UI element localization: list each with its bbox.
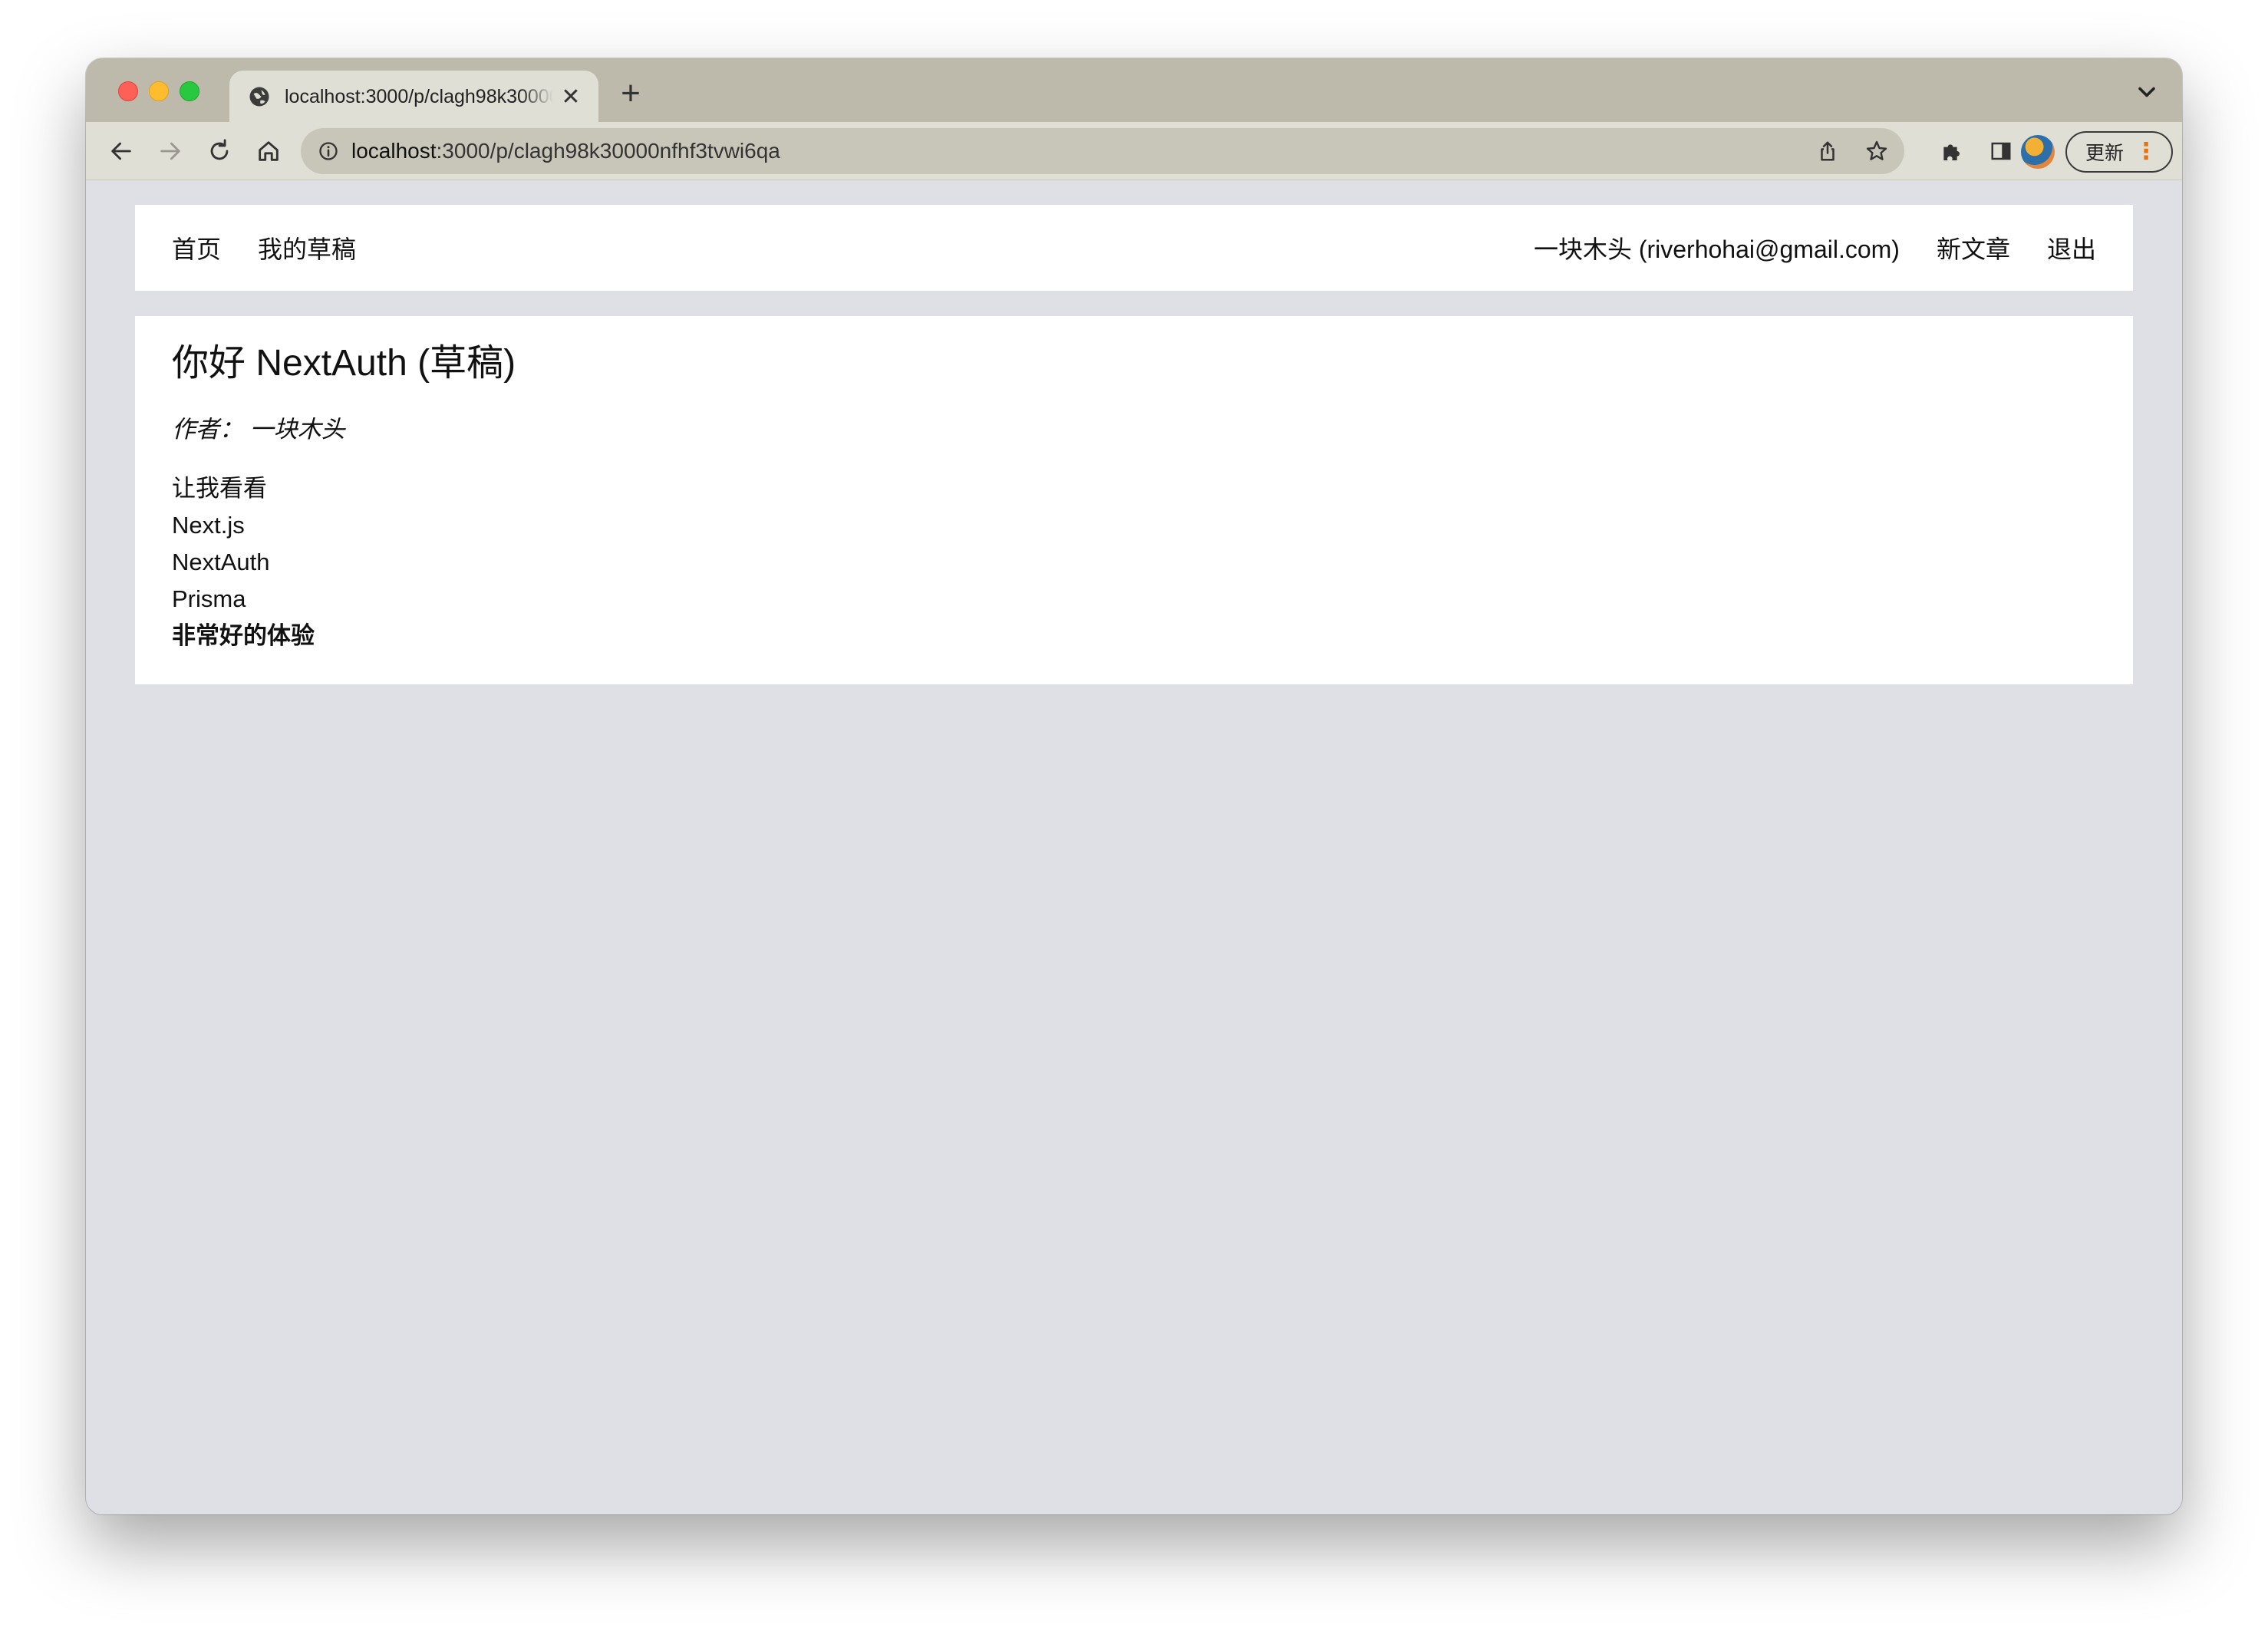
browser-window: localhost:3000/p/clagh98k30000nfhf3tvwi6… <box>86 58 2182 1514</box>
post-title: 你好 NextAuth (草稿) <box>172 343 516 384</box>
forward-button[interactable] <box>155 136 186 166</box>
url-host: localhost <box>351 139 437 163</box>
kebab-menu-icon: ⋮ <box>2134 139 2158 164</box>
home-icon <box>259 141 279 161</box>
update-label: 更新 <box>2085 143 2125 164</box>
tab-strip: localhost:3000/p/clagh98k30000nfhf3tvwi6… <box>86 58 2182 123</box>
user-info: 一块木头 (riverhohai@gmail.com) <box>1533 236 1900 263</box>
star-icon <box>1866 140 1887 160</box>
maximize-window-button[interactable] <box>180 81 199 101</box>
nav-link-drafts[interactable]: 我的草稿 <box>258 230 356 265</box>
bookmark-button[interactable] <box>1861 136 1892 166</box>
post-line: NextAuth <box>172 549 270 575</box>
post-line: Prisma <box>172 585 246 612</box>
side-panel-icon <box>1991 142 2011 160</box>
globe-icon <box>249 87 269 107</box>
tab-title: localhost:3000/p/clagh98k30000nfhf3tvwi6… <box>285 85 553 107</box>
reload-button[interactable] <box>204 136 235 166</box>
nav-link-logout[interactable]: 退出 <box>2047 230 2096 265</box>
browser-tab-active[interactable]: localhost:3000/p/clagh98k30000nfhf3tvwi6… <box>229 71 598 123</box>
home-button[interactable] <box>253 136 284 166</box>
nav-link-home[interactable]: 首页 <box>172 230 221 265</box>
update-button[interactable]: 更新 ⋮ <box>2065 131 2173 173</box>
side-panel-button[interactable] <box>1986 136 2016 166</box>
arrow-right-icon <box>160 142 180 160</box>
tab-close-button[interactable]: ✕ <box>559 84 583 110</box>
url-text[interactable]: localhost:3000/p/clagh98k30000nfhf3tvwi6… <box>351 139 780 163</box>
post-line-bold: 非常好的体验 <box>172 622 315 649</box>
address-bar[interactable]: localhost:3000/p/clagh98k30000nfhf3tvwi6… <box>301 128 1904 174</box>
tab-search-chevron-icon[interactable] <box>2133 78 2161 106</box>
info-icon[interactable] <box>318 140 339 162</box>
extensions-button[interactable] <box>1937 136 1967 166</box>
reload-icon <box>210 139 229 160</box>
nav-link-new-post[interactable]: 新文章 <box>1937 230 2010 265</box>
profile-avatar[interactable] <box>2021 135 2055 169</box>
close-window-button[interactable] <box>118 81 138 101</box>
nav-left: 首页 我的草稿 <box>172 230 356 265</box>
browser-toolbar: localhost:3000/p/clagh98k30000nfhf3tvwi6… <box>86 122 2182 180</box>
post-author: 作者： 一块木头 <box>172 416 345 443</box>
post-content: 让我看看 Next.js NextAuth Prisma 非常好的体验 <box>172 470 2096 654</box>
new-tab-button[interactable]: + <box>614 75 648 112</box>
back-button[interactable] <box>106 136 137 166</box>
nav-right: 一块木头 (riverhohai@gmail.com) 新文章 退出 <box>1534 230 2096 265</box>
page-viewport: 首页 我的草稿 一块木头 (riverhohai@gmail.com) 新文章 … <box>86 181 2182 1514</box>
minimize-window-button[interactable] <box>149 81 169 101</box>
post-card: 你好 NextAuth (草稿) 作者： 一块木头 让我看看 Next.js N… <box>135 316 2133 684</box>
post-line: 让我看看 <box>172 475 267 502</box>
puzzle-icon <box>1943 144 1960 160</box>
share-icon <box>1821 141 1835 161</box>
share-button[interactable] <box>1812 136 1843 166</box>
site-navbar: 首页 我的草稿 一块木头 (riverhohai@gmail.com) 新文章 … <box>135 205 2133 291</box>
post-line: Next.js <box>172 512 245 539</box>
url-path: :3000/p/clagh98k30000nfhf3tvwi6qa <box>436 139 780 163</box>
arrow-left-icon <box>111 142 131 160</box>
